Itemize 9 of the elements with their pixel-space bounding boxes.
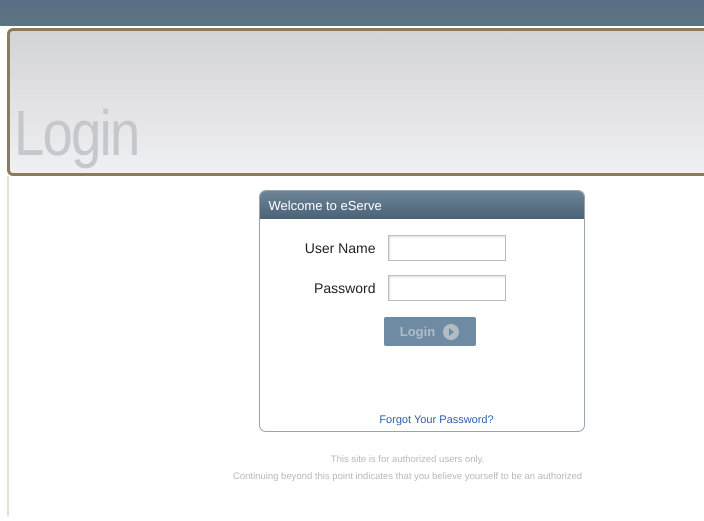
field-label: Password <box>314 280 376 296</box>
forgot-password-link[interactable]: Forgot Your Password? <box>349 414 494 426</box>
notice-text: This site is for authorized users only. <box>330 454 484 465</box>
input-field[interactable] <box>388 235 506 261</box>
input-field[interactable] <box>388 275 506 301</box>
card-title: Welcome to eServe <box>260 191 584 219</box>
notice-text: Continuing beyond this point indicates that you believe yourself to be an authorized <box>233 471 582 482</box>
field-label: User Name <box>304 240 376 256</box>
arrow-circle-icon <box>443 324 460 340</box>
